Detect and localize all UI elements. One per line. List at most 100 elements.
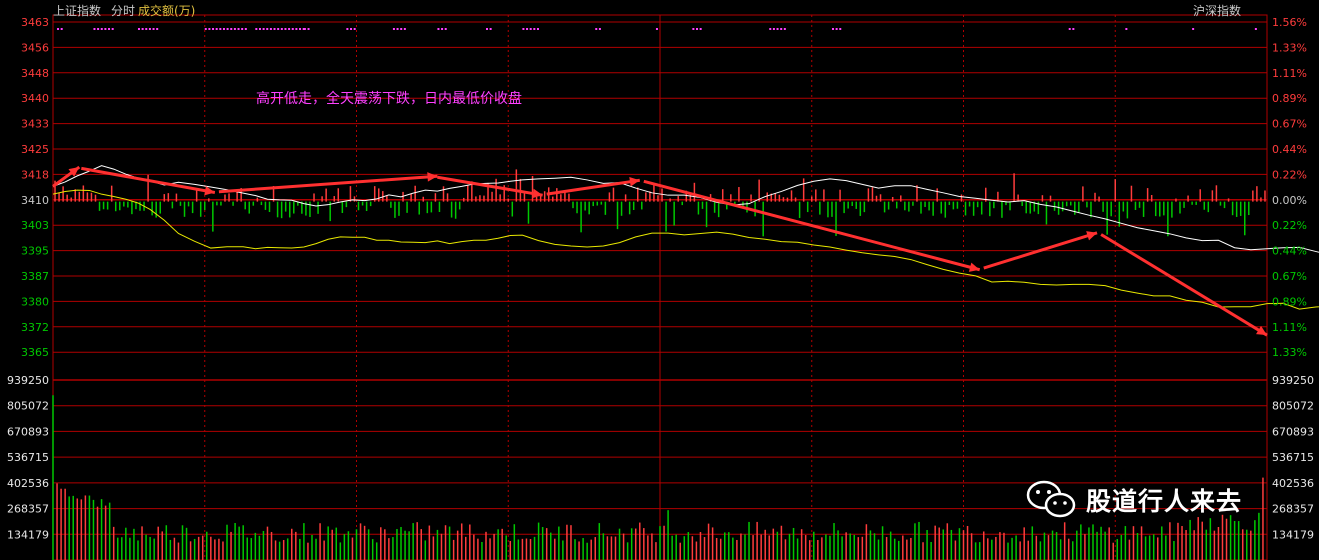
signal-dot (303, 28, 306, 30)
signal-dot (536, 28, 539, 30)
mode-tab[interactable]: 分时 (111, 2, 135, 19)
signal-dot (522, 28, 525, 30)
signal-dot (233, 28, 236, 30)
price-lines (52, 165, 1319, 310)
signal-dot (783, 28, 786, 30)
signal-dot (533, 28, 536, 30)
percent-tick-label: 0.44% (1272, 245, 1307, 258)
percent-tick-label: 0.67% (1272, 118, 1307, 131)
signal-dot (1125, 28, 1128, 30)
percent-tick-label: 0.89% (1272, 92, 1307, 105)
signal-dot (141, 28, 144, 30)
volume-tick-label: 268357 (7, 503, 49, 516)
percent-tick-label: 0.00% (1272, 194, 1307, 207)
volume-tick-label: 939250 (1272, 374, 1314, 387)
signal-dot (291, 28, 294, 30)
volume-tick-label: 402536 (7, 477, 49, 490)
signal-dot (437, 28, 440, 30)
chart-annotation: 高开低走，全天震荡下跌，日内最低价收盘 (256, 91, 522, 107)
signal-dot (255, 28, 258, 30)
signal-dot (595, 28, 598, 30)
percent-tick-label: 1.11% (1272, 67, 1307, 80)
signal-dot (108, 28, 111, 30)
price-tick-label: 3463 (21, 16, 49, 29)
signal-dot (208, 28, 211, 30)
signal-dot (1072, 28, 1075, 30)
price-tick-label: 3365 (21, 346, 49, 359)
signal-dots (57, 28, 1257, 30)
price-tick-label: 3403 (21, 219, 49, 232)
price-tick-label: 3418 (21, 168, 49, 181)
trend-arrow (218, 174, 438, 194)
signal-dot (295, 28, 298, 30)
index-name[interactable]: 上证指数 (53, 2, 101, 19)
volume-label: 成交额(万) (138, 4, 196, 18)
signal-dot (212, 28, 215, 30)
signal-dot (273, 28, 276, 30)
signal-dot (148, 28, 151, 30)
signal-dot (60, 28, 63, 30)
signal-dot (769, 28, 772, 30)
signal-dot (396, 28, 399, 30)
signal-dot (262, 28, 265, 30)
signal-dot (93, 28, 96, 30)
volume-bars (52, 395, 1264, 560)
signal-dot (1254, 28, 1257, 30)
avg-price-line (52, 189, 1319, 310)
signal-dot (244, 28, 247, 30)
price-tick-label: 3425 (21, 143, 49, 156)
signal-dot (444, 28, 447, 30)
volume-tick-label: 402536 (1272, 477, 1314, 490)
percent-tick-label: 0.89% (1272, 295, 1307, 308)
price-tick-label: 3440 (21, 92, 49, 105)
signal-dot (299, 28, 302, 30)
price-tick-label: 3456 (21, 41, 49, 54)
signal-dot (204, 28, 207, 30)
volume-tick-label: 805072 (7, 400, 49, 413)
signal-dot (839, 28, 842, 30)
signal-dot (266, 28, 269, 30)
signal-dot (152, 28, 155, 30)
signal-dot (137, 28, 140, 30)
watermark: 股道行人来去 (1026, 480, 1242, 520)
signal-dot (104, 28, 107, 30)
signal-dot (57, 28, 60, 30)
signal-dot (392, 28, 395, 30)
signal-dot (280, 28, 283, 30)
signal-dot (529, 28, 532, 30)
signal-dot (226, 28, 229, 30)
signal-dot (156, 28, 159, 30)
signal-dot (655, 28, 658, 30)
signal-dot (831, 28, 834, 30)
percent-tick-label: 0.22% (1272, 168, 1307, 181)
signal-dot (288, 28, 291, 30)
signal-dot (284, 28, 287, 30)
volume-tick-label: 670893 (7, 425, 49, 438)
signal-dot (100, 28, 103, 30)
signal-dot (219, 28, 222, 30)
percent-tick-label: 0.22% (1272, 219, 1307, 232)
signal-dot (277, 28, 280, 30)
percent-tick-label: 1.11% (1272, 321, 1307, 334)
trend-arrow (1100, 233, 1268, 337)
signal-dot (1192, 28, 1195, 30)
volume-tick-label: 939250 (7, 374, 49, 387)
signal-dot (441, 28, 444, 30)
price-tick-label: 3380 (21, 295, 49, 308)
signal-dot (215, 28, 218, 30)
volume-tick-label: 268357 (1272, 503, 1314, 516)
volume-tick-label: 134179 (1272, 528, 1314, 541)
signal-dot (692, 28, 695, 30)
chart-grid (52, 14, 1268, 560)
signal-dot (696, 28, 699, 30)
signal-dot (772, 28, 775, 30)
signal-dot (400, 28, 403, 30)
signal-dot (111, 28, 114, 30)
watermark-text: 股道行人来去 (1086, 487, 1243, 516)
percent-tick-label: 1.33% (1272, 346, 1307, 359)
trend-arrow-head (427, 172, 438, 182)
right-label[interactable]: 沪深指数 (1193, 2, 1241, 19)
signal-dot (485, 28, 488, 30)
percent-tick-label: 1.33% (1272, 41, 1307, 54)
trend-arrow (546, 178, 640, 196)
